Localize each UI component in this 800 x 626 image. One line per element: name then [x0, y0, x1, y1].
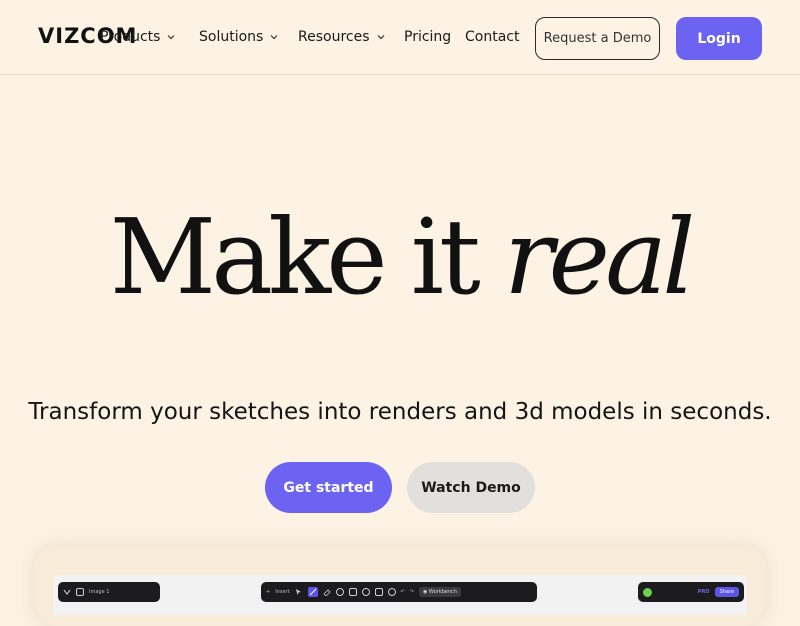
nav-contact-label: Contact — [465, 29, 520, 45]
nav-pricing-label: Pricing — [404, 29, 452, 45]
login-button[interactable]: Login — [676, 17, 762, 60]
hero-title-emphasis: real — [503, 196, 696, 318]
share-button[interactable]: Share — [714, 587, 739, 597]
brush-icon[interactable] — [307, 587, 318, 597]
layer-name[interactable]: Image 1 — [89, 589, 109, 595]
vizcom-logo-icon[interactable] — [63, 588, 71, 596]
nav-solutions-label: Solutions — [199, 29, 264, 45]
hero-subtitle: Transform your sketches into renders and… — [28, 399, 772, 425]
hero-title: Make it real — [0, 205, 800, 309]
layers-toolbar: Image 1 — [58, 582, 160, 602]
workbench-icon: ◉ — [422, 589, 428, 595]
insert-label[interactable]: Insert — [275, 589, 289, 595]
lasso-icon[interactable] — [361, 588, 370, 596]
watch-demo-button[interactable]: Watch Demo — [407, 462, 535, 513]
undo-icon[interactable]: ↶ — [401, 589, 405, 595]
pro-badge: PRO — [697, 589, 710, 595]
select-icon[interactable] — [295, 588, 303, 596]
nav-pricing[interactable]: Pricing — [404, 29, 451, 45]
request-demo-button[interactable]: Request a Demo — [535, 17, 660, 60]
redo-icon[interactable]: ↷ — [410, 589, 414, 595]
nav-resources[interactable]: Resources — [298, 29, 386, 45]
user-avatar-icon[interactable] — [643, 587, 652, 597]
chevron-down-icon — [168, 35, 175, 40]
transform-icon[interactable] — [374, 588, 383, 596]
account-toolbar: PRO Share — [638, 582, 744, 602]
get-started-button[interactable]: Get started — [265, 462, 392, 513]
shape-icon[interactable] — [348, 588, 357, 596]
nav-solutions[interactable]: Solutions — [199, 29, 279, 45]
chevron-down-icon — [270, 35, 278, 40]
plus-icon[interactable]: + — [266, 589, 270, 595]
nav-products[interactable]: Products — [100, 29, 176, 45]
color-picker-icon[interactable] — [335, 588, 344, 596]
image-icon — [76, 588, 84, 596]
tools-toolbar: + Insert ↶ ↷ ◉ Workbench — [261, 582, 537, 602]
eraser-icon[interactable] — [322, 588, 331, 597]
site-header: VIZCOM Products Solutions Resources Pric… — [0, 0, 800, 75]
hero-title-main: Make it — [109, 196, 481, 318]
workbench-label: Workbench — [428, 589, 457, 595]
settings-icon[interactable] — [387, 588, 396, 596]
nav-resources-label: Resources — [298, 29, 370, 45]
nav-products-label: Products — [100, 29, 161, 45]
nav-contact[interactable]: Contact — [465, 29, 519, 45]
workbench-button[interactable]: ◉ Workbench — [418, 587, 461, 597]
chevron-down-icon — [377, 35, 384, 40]
